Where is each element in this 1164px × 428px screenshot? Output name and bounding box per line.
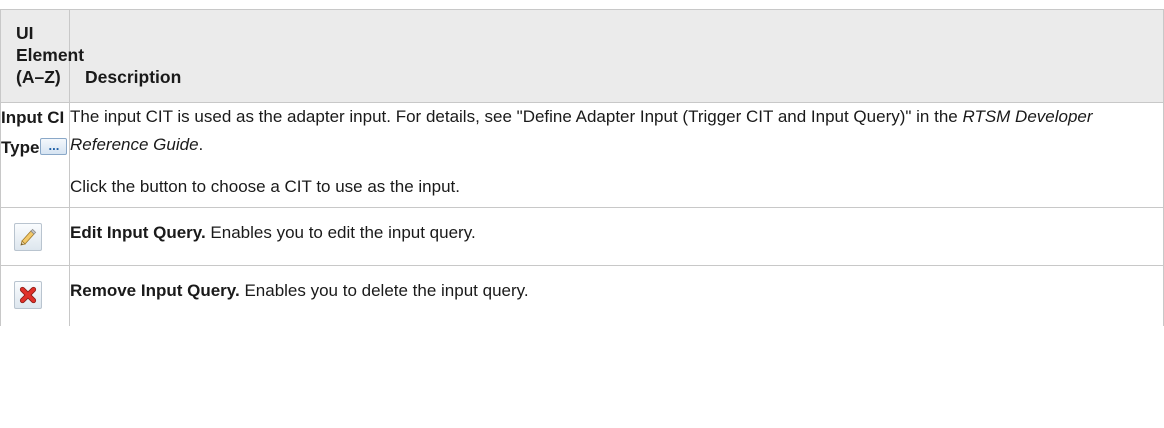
red-x-remove-icon bbox=[14, 281, 42, 309]
table-header-row: UI Element (A–Z) Description bbox=[0, 9, 1164, 103]
description-cell: The input CIT is used as the adapter inp… bbox=[69, 102, 1164, 208]
pencil-edit-icon bbox=[14, 223, 42, 251]
description-cell: Edit Input Query. Enables you to edit th… bbox=[69, 207, 1164, 266]
ellipsis-browse-icon: ... bbox=[40, 138, 68, 155]
element-cell bbox=[0, 207, 70, 266]
header-ui-element: UI Element (A–Z) bbox=[0, 9, 84, 103]
table-row-edit-input-query: Edit Input Query. Enables you to edit th… bbox=[0, 207, 1164, 266]
entry-title: Edit Input Query. bbox=[70, 223, 206, 242]
element-cell: Input CI Type... bbox=[0, 102, 70, 208]
element-label: Input CI bbox=[1, 108, 65, 127]
entry-title: Remove Input Query. bbox=[70, 281, 240, 300]
description-paragraph: The input CIT is used as the adapter inp… bbox=[70, 107, 1093, 154]
element-cell bbox=[0, 265, 70, 326]
header-description: Description bbox=[69, 9, 1164, 103]
description-paragraph: Click the button to choose a CIT to use … bbox=[70, 177, 460, 196]
ui-element-reference-table: UI Element (A–Z) Description Input CI Type.… bbox=[0, 9, 1164, 326]
description-cell: Remove Input Query. Enables you to delet… bbox=[69, 265, 1164, 326]
table-row-remove-input-query: Remove Input Query. Enables you to delet… bbox=[0, 265, 1164, 326]
element-label: Type bbox=[1, 138, 40, 157]
table-row-input-ci-type: Input CI Type... The input CIT is used as… bbox=[0, 102, 1164, 208]
